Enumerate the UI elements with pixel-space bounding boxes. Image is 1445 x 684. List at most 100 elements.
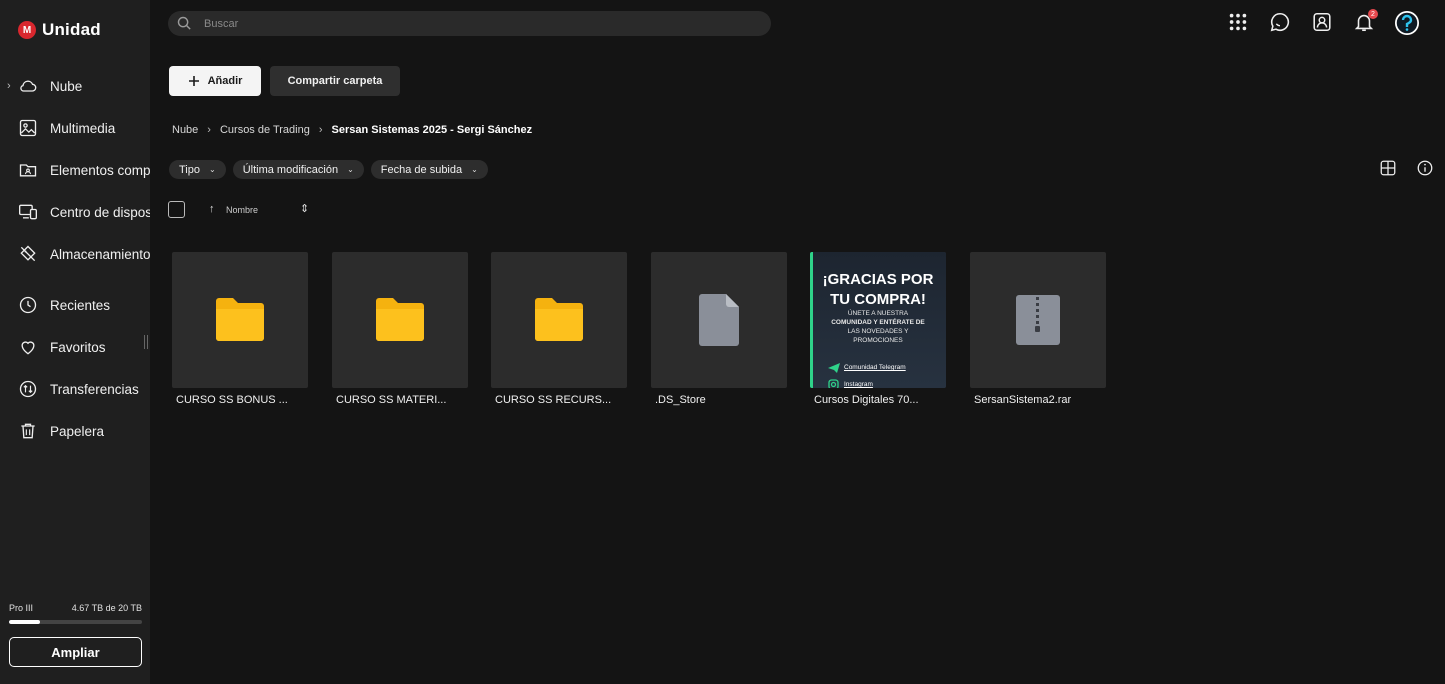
folder-icon (216, 298, 264, 341)
filter-type[interactable]: Tipo ⌄ (169, 160, 226, 179)
chevron-right-icon: › (207, 124, 211, 136)
promo-heading: ¡GRACIAS POR (822, 271, 934, 288)
promo-heading: TU COMPRA! (830, 291, 926, 308)
file-thumbnail (651, 252, 787, 388)
chevron-right-icon: › (318, 124, 323, 136)
file-card[interactable]: .DS_Store (651, 252, 787, 417)
sidebar-item-label: Centro de dispositivos (50, 204, 150, 220)
sidebar-resize-handle[interactable] (144, 335, 148, 349)
sidebar-item-nube[interactable]: › Nube (0, 65, 150, 107)
storage-usage-text: 4.67 TB de 20 TB (71, 603, 142, 613)
sidebar-item-recientes[interactable]: Recientes (0, 284, 150, 326)
file-card[interactable]: CURSO SS RECURS... (491, 252, 627, 417)
sidebar-item-devices[interactable]: Centro de dispositivos (0, 191, 150, 233)
promo-link: Comunidad Telegram (844, 364, 906, 371)
apps-grid-icon[interactable] (1227, 11, 1249, 33)
avatar-image (1395, 11, 1419, 35)
archive-file-icon (1016, 295, 1060, 345)
generic-file-icon (699, 294, 739, 346)
transfer-icon (19, 380, 37, 398)
notification-badge: 2 (1368, 9, 1378, 19)
file-name: CURSO SS RECURS... (495, 394, 612, 406)
storage-progress-bar (9, 620, 142, 624)
app-name: Unidad (42, 20, 101, 39)
promo-text: ÚNETE A NUESTRA (847, 310, 909, 317)
image-icon (19, 119, 37, 137)
file-thumbnail (172, 252, 308, 388)
sidebar-item-storage[interactable]: Almacenamiento (0, 233, 150, 275)
file-card[interactable]: SersanSistema2.rar (970, 252, 1106, 417)
sidebar-item-label: Multimedia (50, 120, 116, 136)
chevron-down-icon: ⌄ (209, 165, 216, 174)
breadcrumb-item[interactable]: Cursos de Trading (220, 124, 310, 136)
add-button-label: Añadir (207, 75, 243, 87)
filter-last-modified[interactable]: Última modificación ⌄ (232, 160, 364, 179)
clock-icon (19, 296, 37, 314)
filter-upload-date[interactable]: Fecha de subida ⌄ (370, 160, 488, 179)
notifications-button[interactable]: 2 (1353, 9, 1378, 33)
file-name: CURSO SS MATERI... (336, 394, 447, 406)
app-logo[interactable]: M Unidad (18, 20, 101, 40)
share-folder-button[interactable]: Compartir carpeta (270, 66, 400, 96)
search-input[interactable] (204, 11, 754, 36)
file-name: CURSO SS BONUS ... (176, 394, 288, 406)
grid-view-icon[interactable] (1379, 159, 1397, 177)
sidebar-item-label: Papelera (50, 423, 105, 439)
sidebar-item-favoritos[interactable]: Favoritos (0, 326, 150, 368)
sidebar-item-shared[interactable]: Elementos compartidos (0, 149, 150, 191)
file-card[interactable]: ¡GRACIAS POR TU COMPRA! ÚNETE A NUESTRA … (810, 252, 946, 417)
filter-label: Fecha de subida (380, 163, 463, 176)
file-name: .DS_Store (655, 394, 706, 406)
upgrade-button[interactable]: Ampliar (9, 637, 142, 667)
filter-label: Tipo (179, 163, 200, 176)
sidebar-item-label: Nube (50, 78, 83, 94)
sidebar-item-label: Almacenamiento (50, 246, 150, 262)
arrow-up-icon[interactable]: ↑ (209, 203, 215, 215)
heart-icon (21, 341, 35, 355)
file-thumbnail (970, 252, 1106, 388)
sidebar-item-multimedia[interactable]: Multimedia (0, 107, 150, 149)
filter-bar: Tipo ⌄ Última modificación ⌄ Fecha de su… (169, 160, 488, 179)
add-button[interactable]: Añadir (169, 66, 261, 96)
info-icon[interactable] (1416, 159, 1434, 177)
sort-by-name[interactable]: Nombre (226, 205, 258, 215)
promo-image: ¡GRACIAS POR TU COMPRA! ÚNETE A NUESTRA … (810, 252, 946, 388)
chevron-down-icon: ⌄ (347, 165, 354, 174)
file-card[interactable]: CURSO SS MATERI... (332, 252, 468, 417)
file-card[interactable]: CURSO SS BONUS ... (172, 252, 308, 417)
sidebar-item-transferencias[interactable]: Transferencias (0, 368, 150, 410)
file-name: SersanSistema2.rar (974, 394, 1072, 406)
cloud-icon (20, 80, 37, 92)
logo-badge: M (18, 21, 36, 39)
avatar[interactable] (1395, 11, 1419, 35)
file-thumbnail (491, 252, 627, 388)
promo-text: LAS NOVEDADES Y (847, 328, 909, 335)
sidebar: M Unidad › Nube Multimedia Elementos com… (0, 0, 150, 684)
select-all-checkbox[interactable] (168, 201, 185, 218)
sidebar-item-label: Recientes (50, 297, 111, 313)
trash-icon (21, 423, 35, 439)
sidebar-item-papelera[interactable]: Papelera (0, 410, 150, 452)
sort-toggle-icon[interactable]: ⇕ (300, 202, 309, 215)
promo-text: PROMOCIONES (853, 337, 903, 344)
filter-label: Última modificación (242, 163, 339, 176)
storage-progress-fill (9, 620, 41, 624)
chat-icon[interactable] (1269, 11, 1291, 33)
breadcrumb: Nube › Cursos de Trading › Sersan Sistem… (172, 124, 532, 136)
image-thumbnail: ¡GRACIAS POR TU COMPRA! ÚNETE A NUESTRA … (810, 252, 946, 388)
breadcrumb-current: Sersan Sistemas 2025 - Sergi Sánchez (331, 124, 533, 136)
folder-icon (376, 298, 424, 341)
file-name: Cursos Digitales 70... (814, 394, 919, 406)
promo-link: Instagram (844, 381, 873, 388)
promo-text: COMUNIDAD Y ENTÉRATE DE (831, 319, 925, 326)
contacts-icon[interactable] (1311, 11, 1333, 33)
breadcrumb-item[interactable]: Nube (172, 124, 198, 136)
sidebar-item-label: Elementos compartidos (50, 162, 150, 178)
plus-icon (188, 76, 199, 86)
plan-name: Pro III (9, 603, 34, 613)
devices-icon (19, 204, 38, 220)
chevron-down-icon: ⌄ (471, 165, 478, 174)
search-bar[interactable] (168, 11, 771, 36)
sidebar-item-label: Favoritos (50, 339, 106, 355)
chevron-right-icon[interactable]: › (7, 80, 15, 92)
